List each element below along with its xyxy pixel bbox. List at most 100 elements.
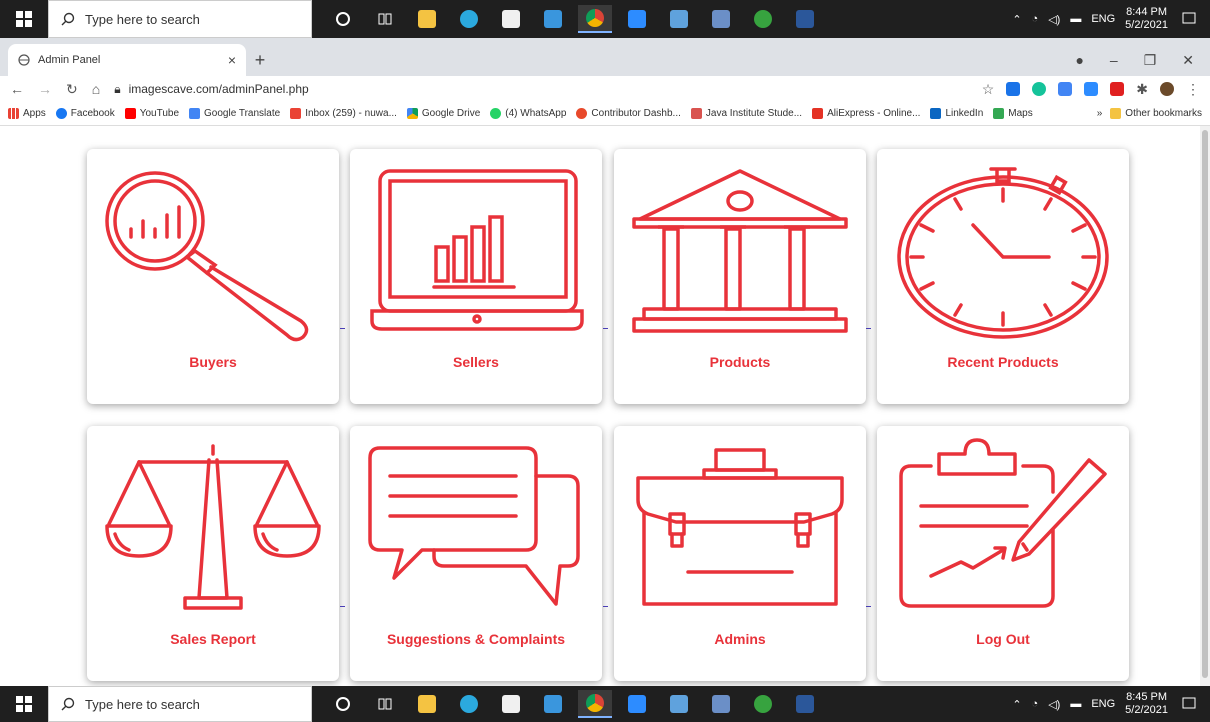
- avatar[interactable]: [1160, 82, 1174, 96]
- word-icon[interactable]: [788, 690, 822, 718]
- mail-icon[interactable]: [536, 5, 570, 33]
- puzzle-icon[interactable]: ✱: [1136, 81, 1148, 98]
- file-explorer-icon[interactable]: [410, 690, 444, 718]
- back-icon[interactable]: ←: [10, 81, 24, 97]
- volume-icon[interactable]: ◁): [1048, 698, 1060, 711]
- bookmark-java-institute[interactable]: Java Institute Stude...: [690, 108, 802, 119]
- virtualbox-icon[interactable]: [662, 690, 696, 718]
- bookmark-facebook[interactable]: Facebook: [55, 108, 115, 119]
- virtualbox-icon[interactable]: [662, 5, 696, 33]
- home-icon[interactable]: ⌂: [92, 81, 100, 97]
- zoom-icon[interactable]: [620, 5, 654, 33]
- scrollbar-thumb[interactable]: [1202, 130, 1208, 678]
- address-bar[interactable]: 🔒︎ imagescave.com/adminPanel.php: [114, 78, 968, 100]
- admins-card[interactable]: Admins: [614, 426, 866, 681]
- chrome-icon[interactable]: [578, 690, 612, 718]
- buyers-card[interactable]: Buyers: [87, 149, 339, 404]
- windows-start-icon[interactable]: [0, 686, 48, 722]
- bookmark-youtube[interactable]: YouTube: [124, 108, 179, 119]
- zoom-extension-icon[interactable]: [1084, 82, 1099, 96]
- clock-date: 5/2/2021: [1125, 704, 1168, 716]
- bookmark-linkedin[interactable]: LinkedIn: [930, 108, 983, 119]
- task-view-icon[interactable]: [368, 690, 402, 718]
- bookmark-label: Facebook: [70, 108, 115, 119]
- bookmark-whatsapp[interactable]: (4) WhatsApp: [490, 108, 566, 119]
- log-out-card[interactable]: Log Out: [877, 426, 1129, 681]
- profile-dot-icon[interactable]: ●: [1075, 52, 1083, 68]
- bookmark-contributor[interactable]: Contributor Dashb...: [576, 108, 681, 119]
- file-explorer-icon[interactable]: [410, 5, 444, 33]
- minimize-icon[interactable]: –: [1110, 52, 1118, 68]
- bookmark-apps[interactable]: Apps: [8, 108, 46, 119]
- battery-icon[interactable]: ▬: [1070, 13, 1081, 25]
- battery-icon[interactable]: ▬: [1070, 698, 1081, 710]
- chrome-icon[interactable]: [578, 5, 612, 33]
- url-text: imagescave.com/adminPanel.php: [128, 82, 309, 96]
- hs-app-icon[interactable]: [746, 5, 780, 33]
- translate-icon[interactable]: [1058, 82, 1073, 96]
- star-icon[interactable]: ☆: [982, 81, 995, 98]
- drive-icon: [406, 108, 418, 119]
- divider: [340, 328, 345, 329]
- bookmark-gmail[interactable]: Inbox (259) - nuwa...: [290, 108, 397, 119]
- products-card[interactable]: Products: [614, 149, 866, 404]
- clock[interactable]: 8:45 PM 5/2/2021: [1125, 691, 1168, 717]
- edge-icon[interactable]: [452, 690, 486, 718]
- bookmark-maps[interactable]: Maps: [993, 108, 1033, 119]
- store-icon[interactable]: [494, 5, 528, 33]
- sellers-card[interactable]: Sellers: [350, 149, 602, 404]
- mail-icon[interactable]: [536, 690, 570, 718]
- grammarly-icon[interactable]: [1032, 82, 1047, 96]
- restore-icon[interactable]: ❐: [1144, 52, 1157, 69]
- language-indicator[interactable]: ENG: [1091, 698, 1115, 710]
- sales-report-card[interactable]: Sales Report: [87, 426, 339, 681]
- volume-icon[interactable]: ◁): [1048, 13, 1060, 26]
- bookmark-aliexpress[interactable]: AliExpress - Online...: [812, 108, 920, 119]
- network-icon[interactable]: ◔: [1032, 13, 1039, 25]
- notepad-icon[interactable]: [704, 690, 738, 718]
- new-tab-icon[interactable]: +: [246, 44, 274, 76]
- clock[interactable]: 8:44 PM 5/2/2021: [1125, 6, 1168, 32]
- notepad-icon[interactable]: [704, 5, 738, 33]
- network-icon[interactable]: ◔: [1032, 698, 1039, 710]
- extension-icon[interactable]: [1006, 82, 1021, 96]
- chevron-up-icon[interactable]: ⌃: [1012, 698, 1021, 711]
- taskbar-search[interactable]: Type here to search: [48, 0, 312, 38]
- reload-icon[interactable]: ↻: [66, 81, 78, 98]
- task-view-icon[interactable]: [368, 5, 402, 33]
- briefcase-icon: [636, 448, 844, 606]
- bookmark-google-translate[interactable]: Google Translate: [189, 108, 280, 119]
- notification-icon[interactable]: [1178, 693, 1200, 715]
- bookmark-google-drive[interactable]: Google Drive: [406, 108, 480, 119]
- page-scrollbar[interactable]: [1200, 126, 1210, 686]
- card-label: Sellers: [453, 354, 499, 370]
- word-icon[interactable]: [788, 5, 822, 33]
- other-bookmarks[interactable]: Other bookmarks: [1110, 108, 1202, 119]
- pdf-icon[interactable]: [1110, 82, 1125, 96]
- close-tab-icon[interactable]: ×: [228, 52, 236, 68]
- bookmarks-overflow[interactable]: »: [1097, 108, 1103, 119]
- edge-icon[interactable]: [452, 5, 486, 33]
- chat-bubbles-icon: [368, 446, 580, 606]
- bookmark-label: Contributor Dashb...: [591, 108, 681, 119]
- chevron-up-icon[interactable]: ⌃: [1012, 13, 1021, 26]
- windows-start-icon[interactable]: [0, 0, 48, 38]
- notification-icon[interactable]: [1178, 8, 1200, 30]
- recent-products-card[interactable]: Recent Products: [877, 149, 1129, 404]
- browser-chrome: Admin Panel × + ● – ❐ ✕ ← → ↻ ⌂ 🔒︎ image…: [0, 38, 1210, 126]
- language-indicator[interactable]: ENG: [1091, 13, 1115, 25]
- cortana-icon[interactable]: [326, 690, 360, 718]
- card-label: Log Out: [976, 631, 1030, 647]
- zoom-icon[interactable]: [620, 690, 654, 718]
- suggestions-complaints-card[interactable]: Suggestions & Complaints: [350, 426, 602, 681]
- search-placeholder: Type here to search: [85, 11, 200, 27]
- store-icon[interactable]: [494, 690, 528, 718]
- close-window-icon[interactable]: ✕: [1182, 52, 1194, 69]
- cortana-icon[interactable]: [326, 5, 360, 33]
- hs-app-icon[interactable]: [746, 690, 780, 718]
- taskbar-search[interactable]: Type here to search: [48, 686, 312, 722]
- tab-admin-panel[interactable]: Admin Panel ×: [8, 44, 246, 76]
- menu-icon[interactable]: ⋮: [1186, 81, 1200, 98]
- forward-icon[interactable]: →: [38, 81, 52, 97]
- maps-icon: [993, 108, 1005, 119]
